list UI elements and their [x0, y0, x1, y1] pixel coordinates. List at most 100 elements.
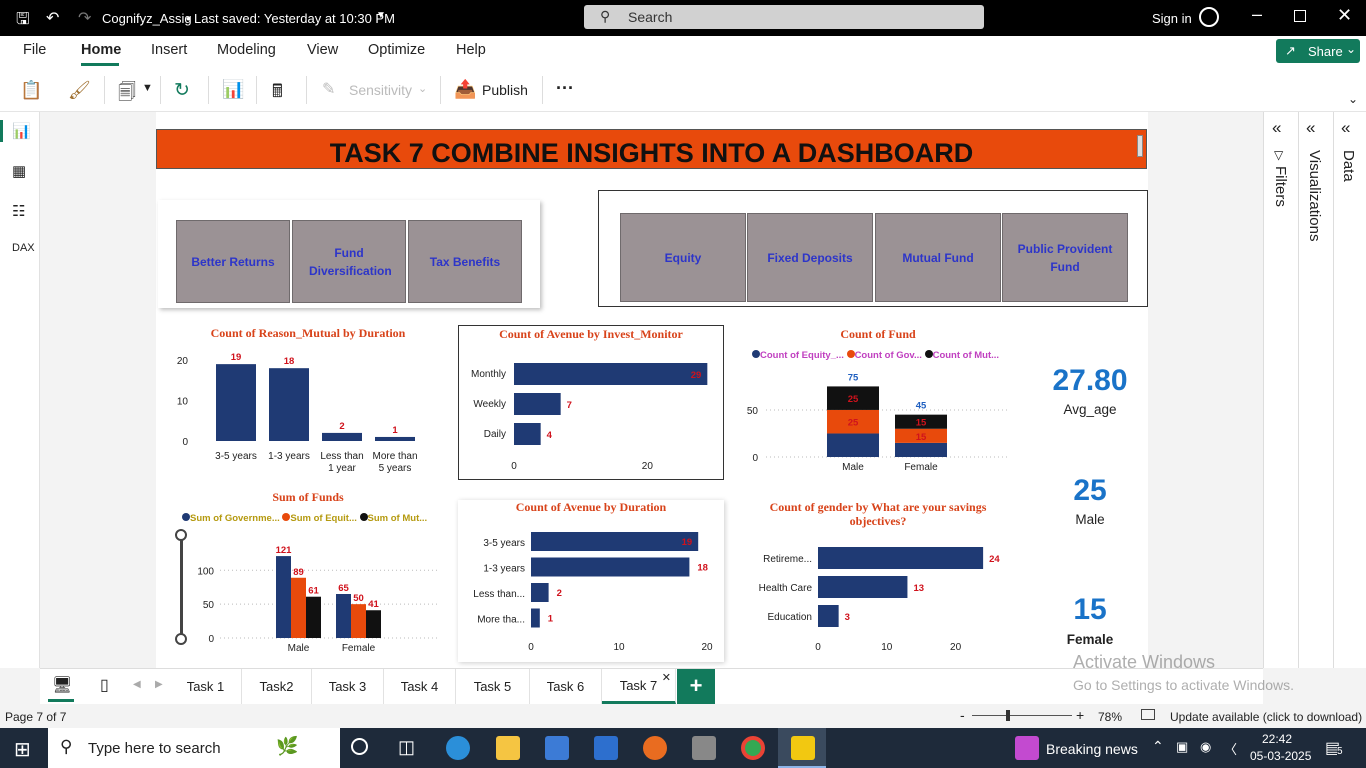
new-visual-icon[interactable]: 📊	[222, 79, 244, 100]
visualizations-pane-label[interactable]: Visualizations	[1306, 150, 1323, 241]
dax-query-view-icon[interactable]: DAX	[12, 242, 35, 254]
sign-in-link[interactable]: Sign in	[1152, 11, 1192, 26]
range-slider-handle-top[interactable]	[175, 529, 187, 541]
publish-button[interactable]: Publish	[482, 82, 528, 98]
tab-task-5[interactable]: Task 5	[456, 669, 530, 704]
menu-modeling[interactable]: Modeling	[217, 42, 276, 58]
menu-view[interactable]: View	[307, 42, 338, 58]
report-view-icon[interactable]: 📊	[12, 122, 31, 140]
slicer-tile-ppf[interactable]: Public Provident Fund	[1002, 213, 1128, 302]
desktop-layout-icon[interactable]: 🖥	[52, 675, 72, 695]
menu-home[interactable]: Home	[81, 42, 121, 58]
slicer-tile-equity[interactable]: Equity	[620, 213, 746, 302]
tab-task-7[interactable]: Task 7 ✕	[602, 669, 676, 704]
news-icon[interactable]	[1015, 736, 1039, 760]
data-label: 50	[353, 593, 364, 604]
add-page-button[interactable]: +	[677, 669, 715, 704]
data-label: 89	[293, 567, 304, 578]
windows-start-icon[interactable]: ⊞	[14, 737, 31, 762]
get-data-icon[interactable]: 🗐	[118, 80, 136, 110]
menu-insert[interactable]: Insert	[151, 42, 187, 58]
x-tick-label: 10	[881, 642, 893, 653]
publish-icon[interactable]: 📤	[454, 79, 476, 100]
close-tab-icon[interactable]: ✕	[662, 671, 671, 684]
slicer-tile-fund-diversification[interactable]: Fund Diversification	[292, 220, 406, 303]
collapse-ribbon-icon[interactable]: ⌄	[1348, 92, 1358, 106]
taskbar-search[interactable]: ⚲ Type here to search 🌿	[48, 728, 340, 768]
firefox-icon[interactable]	[643, 736, 667, 760]
file-explorer-icon[interactable]	[496, 736, 520, 760]
fit-to-page-icon[interactable]	[1141, 709, 1155, 720]
clock-time[interactable]: 22:42	[1262, 732, 1292, 746]
tab-task-4[interactable]: Task 4	[384, 669, 456, 704]
menu-help[interactable]: Help	[456, 42, 486, 58]
model-view-icon[interactable]: ☷	[12, 202, 25, 220]
save-icon[interactable]: 🖫	[16, 8, 30, 35]
volume-icon[interactable]: 〈	[1224, 739, 1237, 758]
format-painter-icon[interactable]: 🖌	[68, 80, 91, 101]
y-tick-label: More tha...	[477, 615, 525, 626]
slicer-tile-better-returns[interactable]: Better Returns	[176, 220, 290, 303]
cortana-icon[interactable]	[351, 738, 368, 755]
slicer-tile-mutual-fund[interactable]: Mutual Fund	[875, 213, 1001, 302]
network-icon[interactable]: ▣	[1176, 739, 1188, 755]
x-tick-label: Male	[288, 643, 310, 654]
zoom-slider-thumb[interactable]	[1006, 710, 1010, 721]
redo-icon[interactable]: ↷	[78, 8, 91, 28]
powerbi-taskbar-button[interactable]	[778, 728, 826, 768]
refresh-icon[interactable]: ↻	[174, 79, 190, 102]
more-options-button[interactable]: ···	[556, 78, 574, 99]
undo-icon[interactable]: ↶	[46, 8, 59, 28]
close-icon[interactable]: ✕	[1337, 5, 1352, 26]
expand-data-icon[interactable]: «	[1341, 118, 1350, 138]
tab-task-6[interactable]: Task 6	[530, 669, 602, 704]
calculator-icon[interactable]: 🖩	[272, 79, 283, 109]
tab-task-2[interactable]: Task2	[242, 669, 312, 704]
account-icon[interactable]	[1199, 7, 1219, 27]
chevron-down-icon[interactable]: ▼	[376, 10, 386, 21]
range-slider-handle-bottom[interactable]	[175, 633, 187, 645]
scroll-right-icon[interactable]: ▶	[155, 679, 163, 690]
tab-task-1[interactable]: Task 1	[170, 669, 242, 704]
activate-windows-title: Activate Windows	[1073, 652, 1216, 672]
banner-handle[interactable]	[1137, 135, 1143, 157]
share-button[interactable]: ↗ Share ⌄	[1276, 39, 1360, 63]
zoom-level[interactable]: 78%	[1098, 710, 1122, 724]
news-label[interactable]: Breaking news	[1046, 741, 1138, 757]
zoom-out-icon[interactable]: -	[960, 707, 965, 723]
filters-pane-label[interactable]: Filters	[1272, 166, 1289, 207]
data-pane-label[interactable]: Data	[1340, 150, 1357, 182]
expand-filters-icon[interactable]: «	[1272, 118, 1281, 138]
ribbon-separator	[208, 76, 209, 104]
zoom-in-icon[interactable]: +	[1076, 707, 1084, 723]
avenue-by-monitor-chart: 0 20 Monthly 29 Weekly 7 Daily 4	[471, 363, 708, 472]
store-icon[interactable]	[545, 736, 569, 760]
edge-icon[interactable]	[446, 736, 470, 760]
bar	[291, 577, 306, 638]
mobile-layout-icon[interactable]: ▯	[100, 675, 109, 695]
clock-date[interactable]: 05-03-2025	[1250, 749, 1311, 763]
minimize-icon[interactable]: –	[1252, 4, 1262, 25]
media-player-icon[interactable]	[692, 736, 716, 760]
update-notice[interactable]: Update available (click to download)	[1170, 710, 1362, 724]
slicer-tile-tax-benefits[interactable]: Tax Benefits	[408, 220, 522, 303]
menu-optimize[interactable]: Optimize	[368, 42, 425, 58]
saved-status[interactable]: Last saved: Yesterday at 10:30 PM	[194, 11, 395, 26]
range-slider-track[interactable]	[180, 534, 183, 640]
chevron-down-icon[interactable]: ▼	[142, 82, 153, 94]
task-view-icon[interactable]: ◫	[398, 737, 415, 758]
zoom-slider[interactable]	[972, 715, 1072, 716]
chrome-icon[interactable]	[741, 736, 765, 760]
menu-file[interactable]: File	[23, 42, 46, 58]
table-view-icon[interactable]: ▦	[12, 162, 26, 180]
tab-task-3[interactable]: Task 3	[312, 669, 384, 704]
chevron-up-icon[interactable]: ⌃	[1152, 738, 1164, 755]
search-box[interactable]: ⚲ Search	[584, 5, 984, 29]
teams-icon[interactable]: ◉	[1200, 739, 1211, 755]
mail-icon[interactable]	[594, 736, 618, 760]
scroll-left-icon[interactable]: ◀	[133, 679, 141, 690]
page-indicator: Page 7 of 7	[5, 710, 67, 724]
expand-visualizations-icon[interactable]: «	[1306, 118, 1315, 138]
maximize-icon[interactable]	[1294, 10, 1306, 22]
slicer-tile-fixed-deposits[interactable]: Fixed Deposits	[747, 213, 873, 302]
